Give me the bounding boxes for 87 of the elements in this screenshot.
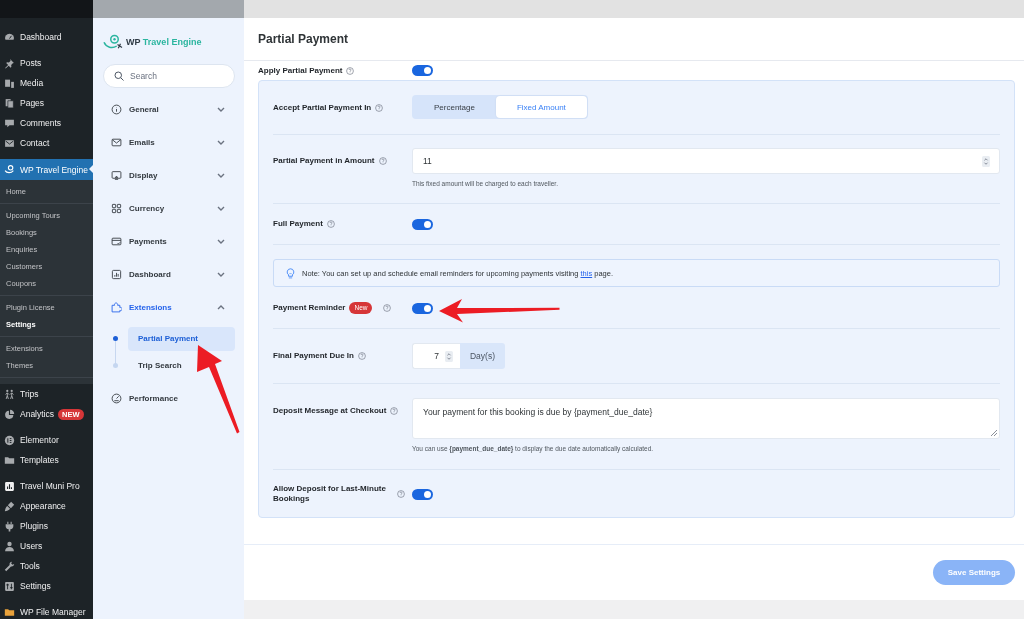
logo-text: WP Travel Engine — [126, 36, 202, 47]
admin-menu-item[interactable]: Dashboard — [0, 27, 93, 47]
credit-card-icon — [111, 235, 122, 247]
route-pin-icon — [4, 164, 15, 175]
nav-item[interactable]: Dashboard — [103, 257, 235, 291]
admin-menu-item[interactable]: WP File Manager — [0, 602, 93, 619]
gauge-icon — [111, 393, 122, 404]
envelope-icon — [111, 136, 122, 148]
search-field[interactable]: Search — [103, 64, 235, 88]
envelope-icon — [4, 137, 15, 149]
help-icon — [383, 304, 392, 312]
field-label: Payment Reminder — [273, 303, 346, 313]
nav-subitem[interactable]: Trip Search — [128, 353, 235, 378]
nav-item[interactable]: Extensions — [103, 290, 235, 324]
field-label: Final Payment Due In — [273, 351, 354, 361]
toggle-switch[interactable] — [412, 65, 433, 76]
puzzle-piece-icon — [111, 301, 122, 313]
paintbrush-icon — [4, 500, 15, 512]
help-icon — [346, 66, 355, 75]
admin-menu-item[interactable]: Pages — [0, 93, 93, 113]
admin-menu-item[interactable]: Users — [0, 536, 93, 556]
timeline-dot-icon — [113, 363, 118, 368]
speech-bubble-icon — [4, 117, 15, 129]
grid-icon — [111, 202, 122, 214]
unit-label: Day(s) — [460, 343, 505, 369]
number-input[interactable]: 7 — [412, 343, 460, 369]
field-label: Deposit Message at Checkout — [273, 406, 387, 416]
admin-menu-item[interactable]: Settings — [0, 576, 93, 596]
help-icon — [357, 352, 366, 360]
toggle-switch[interactable] — [412, 302, 433, 314]
help-icon — [378, 157, 387, 165]
hikers-icon — [4, 388, 15, 400]
nav-item[interactable]: Payments — [103, 224, 235, 258]
folder-icon — [4, 606, 15, 618]
nav-item[interactable]: General — [103, 92, 235, 126]
info-icon — [111, 103, 122, 115]
bar-chart-icon — [4, 480, 15, 492]
admin-menu-item[interactable]: Appearance — [0, 496, 93, 516]
field-label: Allow Deposit for Last-Minute Bookings — [273, 484, 387, 504]
sliders-icon — [4, 580, 15, 592]
logo-icon — [103, 34, 123, 49]
admin-menu-item[interactable]: Contact — [0, 133, 93, 153]
field-label: Accept Partial Payment In — [273, 103, 372, 113]
admin-menu-item[interactable]: Trips — [0, 384, 93, 404]
help-icon — [390, 407, 399, 415]
bar-chart-icon — [111, 268, 122, 280]
help-icon — [326, 220, 335, 228]
search-icon — [114, 71, 124, 81]
toggle-switch[interactable] — [412, 488, 433, 500]
message-textarea[interactable]: Your payment for this booking is due by {payment_due_date} — [412, 398, 1000, 439]
field-label: Full Payment — [273, 219, 323, 229]
field-label: Apply Partial Payment — [258, 65, 343, 76]
plug-icon — [4, 520, 15, 532]
segment-option[interactable]: Percentage — [413, 96, 496, 118]
gauge-icon — [4, 31, 15, 43]
admin-menu-item[interactable]: Plugins — [0, 516, 93, 536]
nav-item[interactable]: Emails — [103, 125, 235, 159]
admin-menu-item[interactable]: Travel Muni Pro — [0, 476, 93, 496]
circle-bars-icon — [4, 434, 15, 446]
pie-chart-icon — [4, 408, 15, 420]
segment-option[interactable]: Fixed Amount — [495, 96, 587, 118]
folder-icon — [4, 454, 15, 466]
monitor-icon — [111, 169, 122, 181]
pages-icon — [4, 97, 15, 109]
media-icon — [4, 77, 15, 89]
amount-input[interactable]: 11 — [412, 148, 1000, 174]
user-icon — [4, 540, 15, 552]
admin-menu-item[interactable]: Tools — [0, 556, 93, 576]
page-title: Partial Payment — [258, 32, 349, 46]
wrench-icon — [4, 560, 15, 572]
admin-menu-item[interactable]: Posts — [0, 53, 93, 73]
resize-grip-icon — [991, 430, 997, 436]
nav-subitem[interactable]: Partial Payment — [128, 326, 235, 351]
nav-item[interactable]: Display — [103, 158, 235, 192]
toggle-switch[interactable] — [412, 218, 433, 230]
field-label: Partial Payment in Amount — [273, 156, 375, 166]
admin-menu-item[interactable]: Media — [0, 73, 93, 93]
help-icon — [397, 490, 405, 498]
admin-menu-item[interactable]: Elementor — [0, 430, 93, 450]
lightbulb-icon — [286, 267, 295, 279]
admin-menu-item[interactable]: WP Travel Engine — [0, 159, 93, 180]
nav-item[interactable]: Performance — [103, 382, 235, 415]
nav-item[interactable]: Currency — [103, 191, 235, 225]
admin-menu-item[interactable]: Templates — [0, 450, 93, 470]
admin-menu-item[interactable]: Comments — [0, 113, 93, 133]
timeline-dot-icon — [113, 336, 118, 341]
help-icon — [375, 104, 384, 112]
